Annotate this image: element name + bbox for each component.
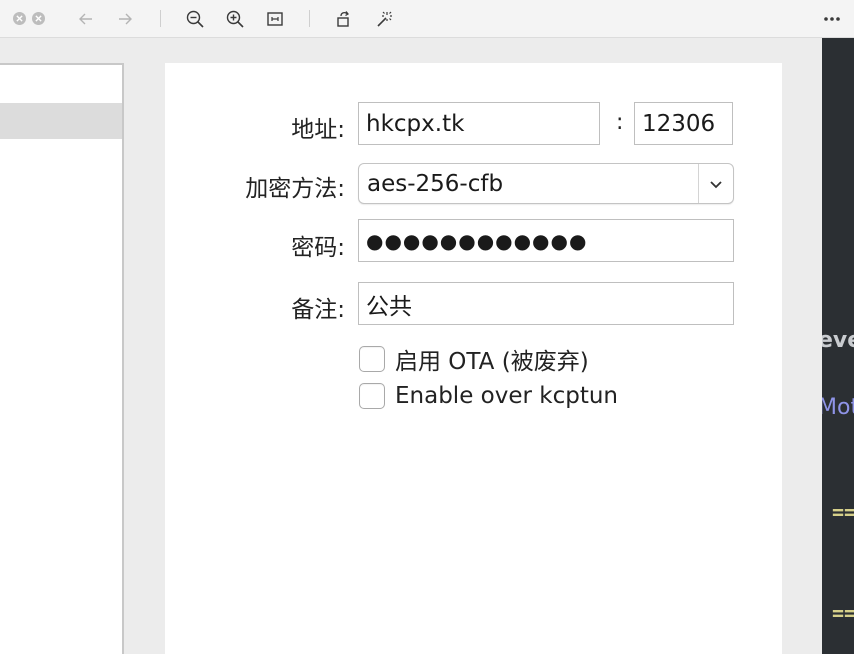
enhance-button[interactable]: [373, 8, 395, 30]
zoom-out-button[interactable]: [184, 8, 206, 30]
encryption-select-value: aes-256-cfb: [367, 170, 504, 197]
password-label: 密码:: [291, 235, 345, 261]
arrow-right-icon: [119, 13, 132, 25]
rotate-button[interactable]: [333, 8, 355, 30]
magic-wand-icon: [377, 11, 392, 27]
chevron-down-icon[interactable]: [698, 164, 733, 203]
password-masked-value: ●●●●●●●●●●●●: [366, 228, 588, 253]
password-input[interactable]: ●●●●●●●●●●●●: [358, 219, 734, 262]
toolbar-divider: [160, 10, 161, 27]
server-list-item-selected[interactable]: [0, 103, 122, 139]
server-config-form: 地址: hkcpx.tk : 12306 加密方法: aes-256-cfb 密…: [165, 63, 782, 654]
toolbar: [0, 0, 854, 38]
close-window-button[interactable]: [13, 12, 26, 25]
back-button[interactable]: [75, 8, 97, 30]
rotate-icon: [337, 11, 349, 27]
close-icon: [16, 15, 23, 22]
background-editor-window: eve Mot == ==: [822, 38, 854, 654]
kcptun-checkbox[interactable]: [359, 383, 385, 409]
encryption-label: 加密方法:: [245, 176, 345, 202]
editor-operator-fragment: ==: [832, 601, 854, 625]
port-separator: :: [616, 110, 624, 135]
fit-icon: [267, 12, 283, 26]
more-button[interactable]: [821, 8, 843, 30]
encryption-select[interactable]: aes-256-cfb: [358, 163, 734, 204]
arrow-left-icon: [79, 13, 92, 25]
editor-operator-fragment: ==: [832, 500, 854, 524]
forward-button[interactable]: [114, 8, 136, 30]
editor-text-fragment: eve: [822, 328, 854, 353]
toolbar-divider: [309, 10, 310, 27]
address-label: 地址:: [291, 117, 345, 143]
editor-text-fragment: Mot: [822, 395, 854, 420]
fit-to-window-button[interactable]: [264, 8, 286, 30]
remark-input[interactable]: 公共: [358, 282, 734, 325]
remark-label: 备注:: [291, 297, 345, 323]
close-icon: [35, 15, 42, 22]
ota-checkbox-row[interactable]: 启用 OTA (被废弃): [359, 342, 589, 376]
zoom-out-icon: [186, 10, 204, 28]
server-list[interactable]: [0, 63, 124, 654]
address-input[interactable]: hkcpx.tk: [358, 102, 600, 145]
kcptun-checkbox-label[interactable]: Enable over kcptun: [395, 383, 618, 409]
more-icon: [824, 17, 840, 21]
zoom-in-icon: [226, 10, 244, 28]
kcptun-checkbox-row[interactable]: Enable over kcptun: [359, 383, 618, 409]
port-input[interactable]: 12306: [634, 102, 733, 145]
ota-checkbox-label[interactable]: 启用 OTA (被废弃): [395, 342, 589, 376]
zoom-in-button[interactable]: [224, 8, 246, 30]
ota-checkbox[interactable]: [359, 346, 385, 372]
secondary-window-button[interactable]: [32, 12, 45, 25]
